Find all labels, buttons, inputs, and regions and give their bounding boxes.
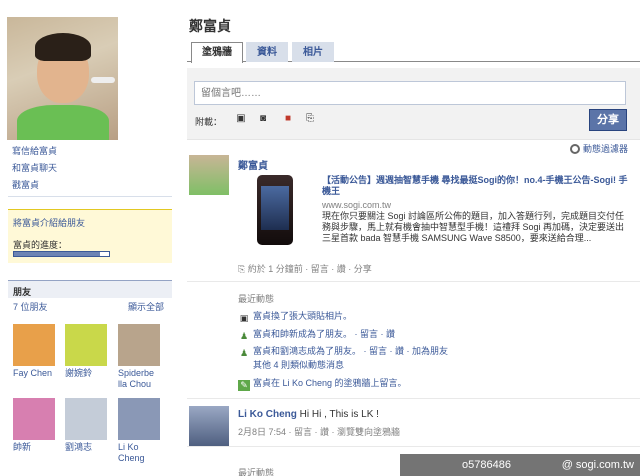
story-message: Hi Hi , This is LK ! bbox=[299, 409, 379, 420]
friend-item[interactable]: 謝婉鈴 bbox=[65, 324, 109, 379]
main-column: 鄭富貞 塗鴉牆 資料 相片 附載： ▣ ◙ ■ ⎘ 分享 動態過濾器 鄭富貞 【… bbox=[187, 0, 640, 476]
friends-icon: ♟ bbox=[239, 348, 249, 358]
shared-link-url: www.sogi.com.tw bbox=[322, 200, 392, 210]
recent-item: 其他 4 則類似動態消息 bbox=[253, 359, 344, 372]
toy-airplane bbox=[91, 77, 115, 83]
friend-item[interactable]: Li Ko Cheng bbox=[118, 398, 162, 464]
friend-name[interactable]: 帥新 bbox=[13, 442, 57, 453]
profile-actions: 寫信給富貞 和富貞聊天 戳富貞 bbox=[12, 143, 57, 194]
recent-activity-title: 最近動態 bbox=[238, 468, 275, 476]
progress-fill bbox=[14, 252, 100, 256]
friend-item[interactable]: Spiderbe lla Chou bbox=[118, 324, 162, 390]
friends-icon: ♟ bbox=[239, 331, 249, 341]
divider bbox=[187, 281, 640, 282]
profile-name: 鄭富貞 bbox=[189, 18, 231, 34]
watermark-id: o5786486 bbox=[462, 459, 511, 471]
story-meta-text[interactable]: 約於 1 分鐘前 · 留言 · 讚 · 分享 bbox=[248, 264, 372, 274]
story-post: Li Ko Cheng Hi Hi , This is LK ! bbox=[238, 409, 379, 420]
progress-bar bbox=[13, 251, 110, 257]
author-avatar[interactable] bbox=[189, 406, 229, 446]
recent-item: ♟ 富貞和劉鴻志成為了朋友。 · 留言 · 讚 · 加為朋友 bbox=[238, 345, 448, 358]
recent-item: ♟ 富貞和帥新成為了朋友。 · 留言 · 讚 bbox=[238, 328, 395, 341]
friend-name[interactable]: Fay Chen bbox=[13, 368, 57, 379]
share-button[interactable]: 分享 bbox=[589, 109, 627, 131]
friend-name[interactable]: 劉鴻志 bbox=[65, 442, 109, 453]
link-share-icon: ⎘ bbox=[238, 264, 248, 274]
recent-text[interactable]: 富貞和劉鴻志成為了朋友。 · 留言 · 讚 · 加為朋友 bbox=[253, 346, 448, 356]
magnifier-icon bbox=[569, 144, 580, 154]
photo-icon: ▣ bbox=[239, 313, 249, 323]
video-icon[interactable]: ◙ bbox=[257, 113, 269, 124]
friend-name[interactable]: 謝婉鈴 bbox=[65, 368, 109, 379]
friend-thumb[interactable] bbox=[118, 324, 160, 366]
friend-name[interactable]: Li Ko Cheng bbox=[118, 442, 162, 464]
friend-count-link[interactable]: 7 位朋友 bbox=[13, 302, 48, 312]
promo-box: 將富貞介紹給朋友 富貞的進度： bbox=[8, 209, 172, 263]
see-all-link[interactable]: 顯示全部 bbox=[128, 300, 164, 313]
friend-thumb[interactable] bbox=[65, 324, 107, 366]
wall-post-input[interactable] bbox=[194, 81, 626, 105]
suggest-friends-link[interactable]: 將富貞介紹給朋友 bbox=[13, 216, 85, 229]
gift-icon[interactable]: ■ bbox=[282, 113, 294, 124]
friend-thumb[interactable] bbox=[13, 398, 55, 440]
profile-shirt bbox=[17, 105, 109, 140]
more-stories-link[interactable]: 其他 4 則類似動態消息 bbox=[253, 360, 344, 370]
status-composer: 附載： ▣ ◙ ■ ⎘ 分享 bbox=[187, 68, 640, 140]
chat-link[interactable]: 和富貞聊天 bbox=[12, 160, 57, 177]
shared-link-thumbnail[interactable] bbox=[257, 175, 293, 245]
story-author[interactable]: 鄭富貞 bbox=[238, 157, 268, 172]
recent-item: ▣ 富貞換了張大頭貼相片。 bbox=[238, 310, 352, 323]
link-icon[interactable]: ⎘ bbox=[304, 113, 316, 124]
friend-item[interactable]: Fay Chen bbox=[13, 324, 57, 379]
recent-item: ✎ 富貞在 Li Ko Cheng 的塗鴉牆上留言。 bbox=[238, 377, 407, 391]
profile-hair bbox=[35, 33, 91, 61]
story-meta[interactable]: 2月8日 7:54 · 留言 · 讚 · 瀏覽雙向塗鴉牆 bbox=[238, 425, 400, 438]
friend-thumb[interactable] bbox=[118, 398, 160, 440]
divider bbox=[8, 196, 172, 197]
phone-screen bbox=[261, 186, 289, 230]
recent-text[interactable]: 富貞在 Li Ko Cheng 的塗鴉牆上留言。 bbox=[253, 378, 407, 388]
progress-label: 富貞的進度： bbox=[13, 240, 68, 250]
tab-photos[interactable]: 相片 bbox=[292, 42, 334, 62]
tab-info[interactable]: 資料 bbox=[246, 42, 288, 62]
message-link[interactable]: 寫信給富貞 bbox=[12, 143, 57, 160]
poke-link[interactable]: 戳富貞 bbox=[12, 177, 57, 194]
profile-picture[interactable] bbox=[7, 17, 118, 140]
shared-link-description: 現在你只要關注 Sogi 討論區所公佈的題目，加入答題行列，完成題目交付任務與步… bbox=[322, 211, 625, 243]
story-meta: ⎘ 約於 1 分鐘前 · 留言 · 讚 · 分享 bbox=[238, 262, 372, 275]
filter-label[interactable]: 動態過濾器 bbox=[583, 144, 628, 154]
tab-wall[interactable]: 塗鴉牆 bbox=[191, 42, 243, 63]
friend-item[interactable]: 劉鴻志 bbox=[65, 398, 109, 453]
friends-box: 朋友 7 位朋友 顯示全部 Fay Chen 謝婉鈴 Spiderbe lla … bbox=[8, 280, 172, 476]
recent-text[interactable]: 富貞換了張大頭貼相片。 bbox=[253, 311, 352, 321]
recent-activity-title: 最近動態 bbox=[238, 294, 275, 304]
feed-filter[interactable]: 動態過濾器 bbox=[569, 142, 628, 155]
story-author[interactable]: Li Ko Cheng bbox=[238, 409, 297, 420]
friends-subheader: 7 位朋友 顯示全部 bbox=[8, 298, 172, 312]
friend-name[interactable]: Spiderbe lla Chou bbox=[118, 368, 162, 390]
profile-tabs: 塗鴉牆 資料 相片 bbox=[187, 42, 640, 63]
friends-header: 朋友 bbox=[8, 280, 172, 298]
wall-icon: ✎ bbox=[238, 380, 250, 391]
friend-thumb[interactable] bbox=[65, 398, 107, 440]
photo-icon[interactable]: ▣ bbox=[235, 113, 247, 124]
author-avatar[interactable] bbox=[189, 155, 229, 195]
friend-thumb[interactable] bbox=[13, 324, 55, 366]
watermark-site: @ sogi.com.tw bbox=[561, 459, 634, 471]
left-column: 寫信給富貞 和富貞聊天 戳富貞 將富貞介紹給朋友 富貞的進度： 朋友 7 位朋友… bbox=[0, 0, 175, 476]
recent-text[interactable]: 富貞和帥新成為了朋友。 · 留言 · 讚 bbox=[253, 329, 395, 339]
attach-label: 附載： bbox=[195, 117, 223, 127]
divider bbox=[187, 398, 640, 399]
friend-item[interactable]: 帥新 bbox=[13, 398, 57, 453]
divider bbox=[187, 446, 640, 447]
shared-link-title[interactable]: 【活動公告】週週抽智慧手機 尋找最挺Sogi的你！no.4-手機王公告-Sogi… bbox=[322, 175, 632, 197]
watermark: o5786486 @ sogi.com.tw bbox=[400, 454, 640, 476]
